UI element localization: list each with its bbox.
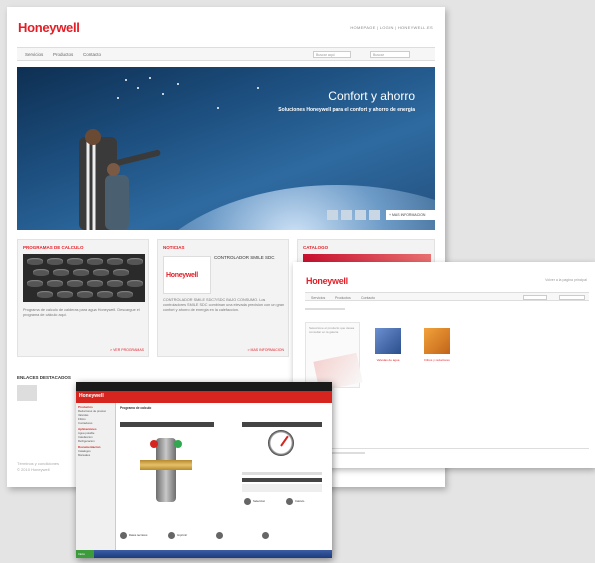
gallery-page-screenshot: Honeywell Volver a la pagina principal S… <box>293 262 595 468</box>
hero-subtitle: Soluciones Honeywell para el confort y a… <box>278 107 415 113</box>
calc-app-screenshot: Honeywell Productos Reductores de presio… <box>76 382 332 558</box>
main-nav: Servicios Productos Contacto Buscar aqui… <box>17 47 435 61</box>
sidebar-item[interactable]: Refrigeracion <box>76 439 115 443</box>
action-icon <box>286 498 293 505</box>
panel-text: CONTROLADOR SMILE SDC7/SDC BAJO CONSUMO.… <box>163 298 285 312</box>
site-header: Honeywell HOMEPAGE | LOGIN | HONEYWELL.E… <box>7 7 445 47</box>
panel-heading: NOTICIAS <box>163 245 185 250</box>
seleccion-button[interactable]: Seleccion <box>244 498 265 505</box>
valve-knob-icon <box>150 440 158 448</box>
app-header-bar: Honeywell <box>76 391 332 403</box>
carousel-dot[interactable] <box>327 210 338 220</box>
window-titlebar <box>76 382 332 391</box>
gallery-sidebar: Seleccione el producto que desea consult… <box>305 322 363 392</box>
father-head <box>85 129 101 145</box>
start-button[interactable]: Inicio <box>76 550 94 558</box>
gauge-caption-line <box>242 472 322 475</box>
carousel-dot[interactable] <box>369 210 380 220</box>
action-icon <box>216 532 223 539</box>
windows-taskbar: Inicio <box>76 550 332 558</box>
news-title: CONTROLADOR SMILE SDC <box>214 255 275 260</box>
nav-item-servicios[interactable]: Servicios <box>311 296 325 300</box>
child-head <box>107 163 120 176</box>
search-input[interactable]: Buscar aqui <box>313 51 351 58</box>
imprimir-button[interactable]: Imprimir <box>168 532 187 539</box>
top-links[interactable]: Volver a la pagina principal <box>545 278 587 282</box>
honeywell-logo: Honeywell <box>79 393 104 399</box>
thumb-filter-image[interactable] <box>424 328 450 354</box>
panel-more-link[interactable]: > VER PROGRAMAS <box>110 348 144 352</box>
panel-more-link[interactable]: > MAS INFORMACION <box>248 348 284 352</box>
footer-icon <box>17 385 37 401</box>
footer-divider <box>305 448 589 449</box>
child-figure <box>105 175 129 230</box>
action-icon <box>244 498 251 505</box>
action-icon <box>262 532 269 539</box>
pointing-arm <box>112 149 162 167</box>
valve-pipe <box>140 460 192 470</box>
panel-left-title: Filtro y reductor de presion <box>122 432 156 436</box>
carousel-dot[interactable] <box>341 210 352 220</box>
honeywell-logo[interactable]: Honeywell <box>306 276 348 286</box>
panel-right-title: Manometro <box>244 432 259 436</box>
panel-heading: CATALOGO <box>303 245 329 250</box>
nav-item-contacto[interactable]: Contacto <box>83 52 101 57</box>
thumb-caption[interactable]: Valvulas de agua <box>373 358 403 362</box>
datos-tecnicos-button[interactable]: Datos tecnicos <box>120 532 147 539</box>
top-links[interactable]: HOMEPAGE | LOGIN | HONEYWELL.ES <box>350 25 433 30</box>
footer-text: Términos y condiciones © 2010 Honeywell <box>17 461 60 472</box>
sidebar-item[interactable]: Contadores <box>76 421 115 425</box>
honeywell-logo: Honeywell <box>166 272 198 279</box>
section-title: Programa de calculo <box>120 406 152 410</box>
search-field[interactable] <box>559 295 585 300</box>
panel-heading: PROGRAMAS DE CALCULO <box>23 245 84 250</box>
valve-knob-icon <box>174 440 182 448</box>
action-icon <box>168 532 175 539</box>
nav-item-productos[interactable]: Productos <box>53 52 73 57</box>
thumb-valve-image[interactable] <box>375 328 401 354</box>
nav-item-servicios[interactable]: Servicios <box>25 52 43 57</box>
breadcrumb <box>305 308 345 310</box>
honeywell-logo[interactable]: Honeywell <box>18 20 80 35</box>
calculo-button[interactable]: Calculo <box>286 498 304 505</box>
extra-button[interactable] <box>262 532 271 539</box>
nav-item-contacto[interactable]: Contacto <box>361 296 375 300</box>
data-row <box>242 484 322 492</box>
sidebar-text: Seleccione el producto que desea consult… <box>309 326 355 334</box>
extra-button[interactable] <box>216 532 225 539</box>
panel-right-header: Manometro <box>242 422 322 436</box>
filter-valve-image[interactable] <box>156 438 176 502</box>
panel-noticias: NOTICIAS Honeywell CONTROLADOR SMILE SDC… <box>157 239 289 357</box>
thumb-caption[interactable]: Filtros y reductores <box>422 358 452 362</box>
carousel-dot[interactable] <box>355 210 366 220</box>
sidebar-item[interactable]: Manuales <box>76 453 115 457</box>
app-sidebar: Productos Reductores de presion Valvulas… <box>76 403 116 550</box>
data-row-header <box>242 478 322 482</box>
hero-banner[interactable]: Confort y ahorro Soluciones Honeywell pa… <box>17 67 435 230</box>
nav-item-productos[interactable]: Productos <box>335 296 351 300</box>
search-field[interactable]: Buscar <box>370 51 410 58</box>
hero-title: Confort y ahorro <box>328 89 415 103</box>
footer-heading: ENLACES DESTACADOS <box>17 375 71 380</box>
search-input[interactable] <box>523 295 547 300</box>
action-icon <box>120 532 127 539</box>
panel-text: Programa de calculo de calderas para agu… <box>23 308 140 317</box>
panel-programas: PROGRAMAS DE CALCULO Programa de calculo… <box>17 239 149 357</box>
news-logo-box: Honeywell <box>163 256 211 294</box>
keypad-image <box>23 254 145 302</box>
carousel-dots <box>327 210 380 220</box>
main-nav: Servicios Productos Contacto <box>305 292 589 301</box>
earth-image <box>127 185 435 230</box>
panel-left-header: Filtro y reductor de presion <box>120 422 214 436</box>
hero-more-button[interactable]: + MAS INFORMACION <box>386 210 435 220</box>
